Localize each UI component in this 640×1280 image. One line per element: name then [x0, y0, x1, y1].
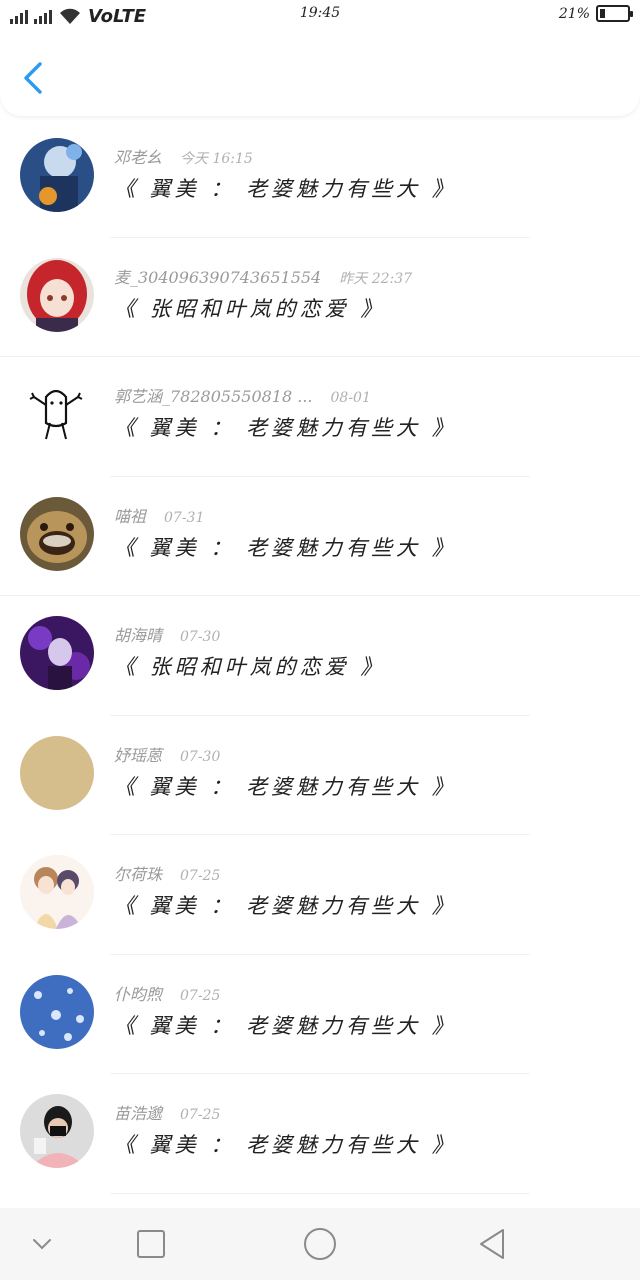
item-meta: 麦_304096390743651554 昨天 22:37 — [114, 264, 412, 288]
item-title: 《 翼美 ： 老婆魅力有些大 》 — [114, 416, 457, 440]
item-name: 尔荷珠 — [114, 865, 163, 884]
item-meta: 仆昀煦 07-25 — [114, 981, 220, 1005]
item-meta: 邓老幺 今天 16:15 — [114, 144, 253, 168]
item-title: 《 翼美 ： 老婆魅力有些大 》 — [114, 774, 457, 799]
divider — [110, 1192, 530, 1194]
message-list: 邓老幺 今天 16:15 《 翼美 ： 老婆魅力有些大 》 麦_304096390… — [0, 118, 640, 1194]
avatar — [20, 1094, 94, 1168]
item-title: 《 翼美 ： 老婆魅力有些大 》 — [114, 894, 457, 918]
item-title: 《 张昭和叶岚的恋爱 》 — [114, 655, 386, 679]
avatar — [20, 257, 94, 332]
avatar — [20, 735, 94, 810]
item-title: 《 翼美 ： 老婆魅力有些大 》 — [114, 1013, 457, 1038]
list-item[interactable]: 邓老幺 今天 16:15 《 翼美 ： 老婆魅力有些大 》 — [0, 118, 640, 238]
square-icon[interactable] — [131, 1224, 171, 1264]
status-right: 21% — [558, 5, 633, 22]
item-name: 喵祖 — [114, 506, 147, 526]
status-time: 19:45 — [299, 5, 341, 21]
item-time: 昨天 22:37 — [339, 270, 413, 287]
item-time: 今天 16:15 — [180, 151, 253, 167]
item-title: 《 翼美 ： 老婆魅力有些大 》 — [114, 177, 457, 201]
list-item[interactable]: 郭艺涵_782805550818 ... 08-01 《 翼美 ： 老婆魅力有些大… — [0, 357, 640, 477]
list-item[interactable]: 仆昀煦 07-25 《 翼美 ： 老婆魅力有些大 》 — [0, 955, 640, 1074]
avatar — [20, 138, 94, 212]
battery-icon — [596, 5, 633, 22]
battery-level — [600, 9, 606, 18]
item-name: 胡海晴 — [114, 626, 163, 645]
status-bar: VoLTE 19:45 21% — [0, 0, 640, 32]
item-time: 07-25 — [180, 1107, 221, 1123]
list-item[interactable]: 尔荷珠 07-25 《 翼美 ： 老婆魅力有些大 》 — [0, 835, 640, 955]
item-meta: 胡海晴 07-30 — [114, 622, 220, 646]
item-time: 08-01 — [330, 390, 371, 406]
item-meta: 郭艺涵_782805550818 ... 08-01 — [114, 383, 371, 407]
back-button[interactable] — [16, 58, 52, 98]
item-title: 《 张昭和叶岚的恋爱 》 — [114, 296, 386, 321]
chevron-down-icon[interactable] — [22, 1224, 62, 1264]
list-item[interactable]: 麦_304096390743651554 昨天 22:37 《 张昭和叶岚的恋爱 … — [0, 238, 640, 357]
item-meta: 喵祖 07-31 — [114, 503, 204, 527]
item-name: 郭艺涵_782805550818 ... — [114, 387, 313, 406]
list-item[interactable]: 喵祖 07-31 《 翼美 ： 老婆魅力有些大 》 — [0, 477, 640, 596]
list-item[interactable]: 苗浩邈 07-25 《 翼美 ： 老婆魅力有些大 》 — [0, 1074, 640, 1194]
system-nav-bar — [0, 1208, 640, 1280]
item-meta: 尔荷珠 07-25 — [114, 861, 220, 885]
battery-percent: 21% — [558, 5, 590, 22]
avatar — [20, 616, 94, 690]
item-name: 苗浩邈 — [114, 1104, 163, 1123]
triangle-back-icon[interactable] — [472, 1224, 512, 1264]
avatar — [20, 855, 94, 929]
item-time: 07-25 — [180, 987, 221, 1004]
list-item[interactable]: 妤瑶蒽 07-30 《 翼美 ： 老婆魅力有些大 》 — [0, 716, 640, 835]
item-meta: 妤瑶蒽 07-30 — [114, 742, 220, 766]
item-time: 07-25 — [180, 868, 221, 884]
chevron-left-icon — [24, 62, 42, 94]
item-time: 07-31 — [164, 509, 205, 526]
item-name: 麦_304096390743651554 — [114, 267, 322, 287]
avatar — [20, 496, 94, 571]
item-title: 《 翼美 ： 老婆魅力有些大 》 — [114, 1133, 457, 1157]
item-name: 邓老幺 — [114, 148, 163, 167]
item-title: 《 翼美 ： 老婆魅力有些大 》 — [114, 535, 457, 560]
item-time: 07-30 — [180, 748, 221, 765]
circle-icon[interactable] — [300, 1224, 340, 1264]
item-time: 07-30 — [180, 629, 221, 645]
app-header — [0, 32, 640, 116]
item-name: 妤瑶蒽 — [114, 745, 163, 765]
item-name: 仆昀煦 — [114, 984, 163, 1004]
list-item[interactable]: 胡海晴 07-30 《 张昭和叶岚的恋爱 》 — [0, 596, 640, 716]
avatar — [20, 974, 94, 1049]
avatar — [20, 377, 94, 451]
item-meta: 苗浩邈 07-25 — [114, 1100, 220, 1124]
